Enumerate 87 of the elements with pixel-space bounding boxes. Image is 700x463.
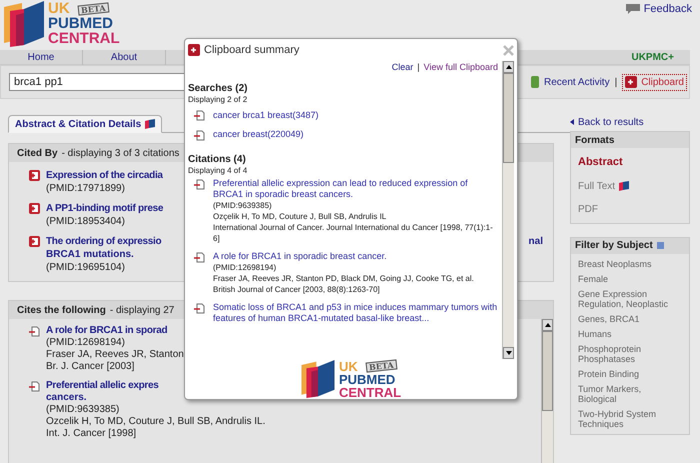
pmid-text: (PMID:17971899) <box>46 182 125 195</box>
clipboard-icon <box>625 76 638 88</box>
article-link[interactable]: Preferential allelic expression can lead to reduced expression of BRCA1 in sporadic breast cancers. <box>213 178 498 200</box>
citation-text: Fraser JA, Reeves JR, Stanton PD, Black DM, Going JJ, Cooke TG, et al. <box>213 272 474 284</box>
section-heading: Cites the following <box>17 304 106 318</box>
article-link[interactable]: A PP1-binding motif prese <box>46 202 164 215</box>
pmid-text: (PMID:12698194) <box>46 337 125 349</box>
beta-badge: BETA <box>77 2 109 16</box>
citation-text: Br. J. Cancer [2003] <box>46 361 134 373</box>
tab[interactable]: Abstract & Citation Details <box>8 115 162 133</box>
article-link[interactable]: A role for BRCA1 in sporadic breast cancer. <box>213 250 387 262</box>
pmid-text: (PMID:12698194) <box>213 262 276 272</box>
article-link[interactable]: cancers. <box>46 392 87 404</box>
panel-heading: Filter by Subject <box>575 239 653 253</box>
article-link[interactable]: The ordering of expressio <box>46 235 162 248</box>
recent-activity-link[interactable]: Recent Activity <box>544 74 610 90</box>
feedback-link[interactable]: Feedback <box>644 1 692 18</box>
section-heading: Cited By <box>17 146 58 160</box>
citation-text: British Journal of Cancer [2003, 88(8):1263-70] <box>213 284 380 294</box>
speech-bubble-icon <box>626 4 640 14</box>
back-arrow-icon <box>570 119 574 125</box>
subject-link[interactable]: Gene Expression Regulation, Neoplastic <box>578 288 682 308</box>
beta-badge: BETA <box>365 359 397 373</box>
clipboard-icon <box>188 44 200 56</box>
add-document-icon[interactable] <box>194 178 205 190</box>
scrollbar[interactable] <box>541 319 553 463</box>
logo-text: CENTRAL <box>338 386 402 398</box>
separator: | <box>417 61 420 74</box>
add-document-icon[interactable] <box>29 236 40 247</box>
subject-link[interactable]: Protein Binding <box>578 368 682 378</box>
add-document-icon[interactable] <box>194 252 205 262</box>
section-subtitle: - displaying 27 <box>110 304 174 318</box>
section-subtitle: - displaying 3 of 3 citations <box>62 146 180 160</box>
add-document-icon[interactable] <box>194 110 205 122</box>
scrollbar[interactable] <box>502 61 514 359</box>
article-link[interactable]: Somatic loss of BRCA1 and p53 in mice induces mammary tumors with features of human BRCA1-mutated basal-like breast... <box>213 302 498 324</box>
section-subtitle: Displaying 2 of 2 <box>188 94 248 104</box>
dialog-title: Clipboard summary <box>204 42 300 58</box>
subject-link[interactable]: Phosphoprotein Phosphatases <box>578 344 682 364</box>
article-link[interactable]: Expression of the circadia <box>46 169 163 182</box>
logo-text: UK <box>338 360 358 372</box>
subject-link[interactable]: Female <box>578 274 682 284</box>
subject-link[interactable]: Tumor Markers, Biological <box>578 384 682 404</box>
search-link[interactable]: cancer breast(220049) <box>213 128 304 142</box>
article-link[interactable]: BRCA1 mutations. <box>46 248 134 261</box>
book-logo-icon <box>4 1 44 47</box>
logo-text: CENTRAL <box>48 31 120 46</box>
clipboard-button[interactable]: Clipboard <box>622 74 687 90</box>
book-icon <box>145 119 156 129</box>
article-link[interactable]: nal <box>528 235 543 248</box>
add-document-icon[interactable] <box>194 130 205 141</box>
add-document-icon[interactable] <box>29 381 40 392</box>
citation-text: Ozcelik H, To MD, Couture J, Bull SB, Andrulis IL. <box>46 416 266 428</box>
pmid-text: (PMID:9639385) <box>46 404 120 416</box>
article-link[interactable]: A role for BRCA1 in sporad <box>46 325 168 337</box>
citation-text: Fraser JA, Reeves JR, Stanton <box>46 349 184 361</box>
section-subtitle: Displaying 4 of 4 <box>188 166 248 176</box>
subject-link[interactable]: Two-Hybrid System Techniques <box>578 408 682 428</box>
logo-text: UK <box>48 1 70 16</box>
pmid-text: (PMID:9639385) <box>213 200 272 210</box>
view-clipboard-link[interactable]: View full Clipboard <box>424 61 498 74</box>
back-link[interactable]: Back to results <box>578 114 644 130</box>
logo-text: PUBMED <box>338 372 396 386</box>
ukpmc-plus-link[interactable]: UKPMC+ <box>631 50 690 64</box>
format-link[interactable]: Abstract <box>578 154 623 170</box>
panel-heading: Formats <box>571 132 689 148</box>
subject-link[interactable]: Humans <box>578 328 682 338</box>
add-document-icon[interactable] <box>194 302 205 314</box>
book-logo-icon <box>300 360 335 398</box>
format-link[interactable]: Full Text <box>578 178 616 194</box>
citation-text: Ozçelik H, To MD, Couture J, Bull SB, Andrulis IL <box>213 210 386 222</box>
clear-link[interactable]: Clear <box>392 61 414 74</box>
separator: | <box>614 76 618 90</box>
add-document-icon[interactable] <box>29 326 40 337</box>
format-link[interactable]: PDF <box>578 202 598 216</box>
pmid-text: (PMID:19695104) <box>46 261 125 274</box>
pmid-text: (PMID:18953404) <box>46 215 125 228</box>
citation-text: International Journal of Cancer. Journal International du Cancer [1998, 77(1):1-6] <box>213 222 494 244</box>
subject-link[interactable]: Genes, BRCA1 <box>578 314 682 324</box>
logo-text: PUBMED <box>48 16 114 31</box>
add-document-icon[interactable] <box>29 170 40 181</box>
search-link[interactable]: cancer brca1 breast(3487) <box>213 108 319 122</box>
citation-text: Int. J. Cancer [1998] <box>46 428 136 440</box>
article-link[interactable]: Preferential allelic expres <box>46 380 159 392</box>
section-heading: Citations (4) <box>188 154 246 166</box>
add-document-icon[interactable] <box>29 203 40 214</box>
subject-link[interactable]: Breast Neoplasms <box>578 258 682 268</box>
